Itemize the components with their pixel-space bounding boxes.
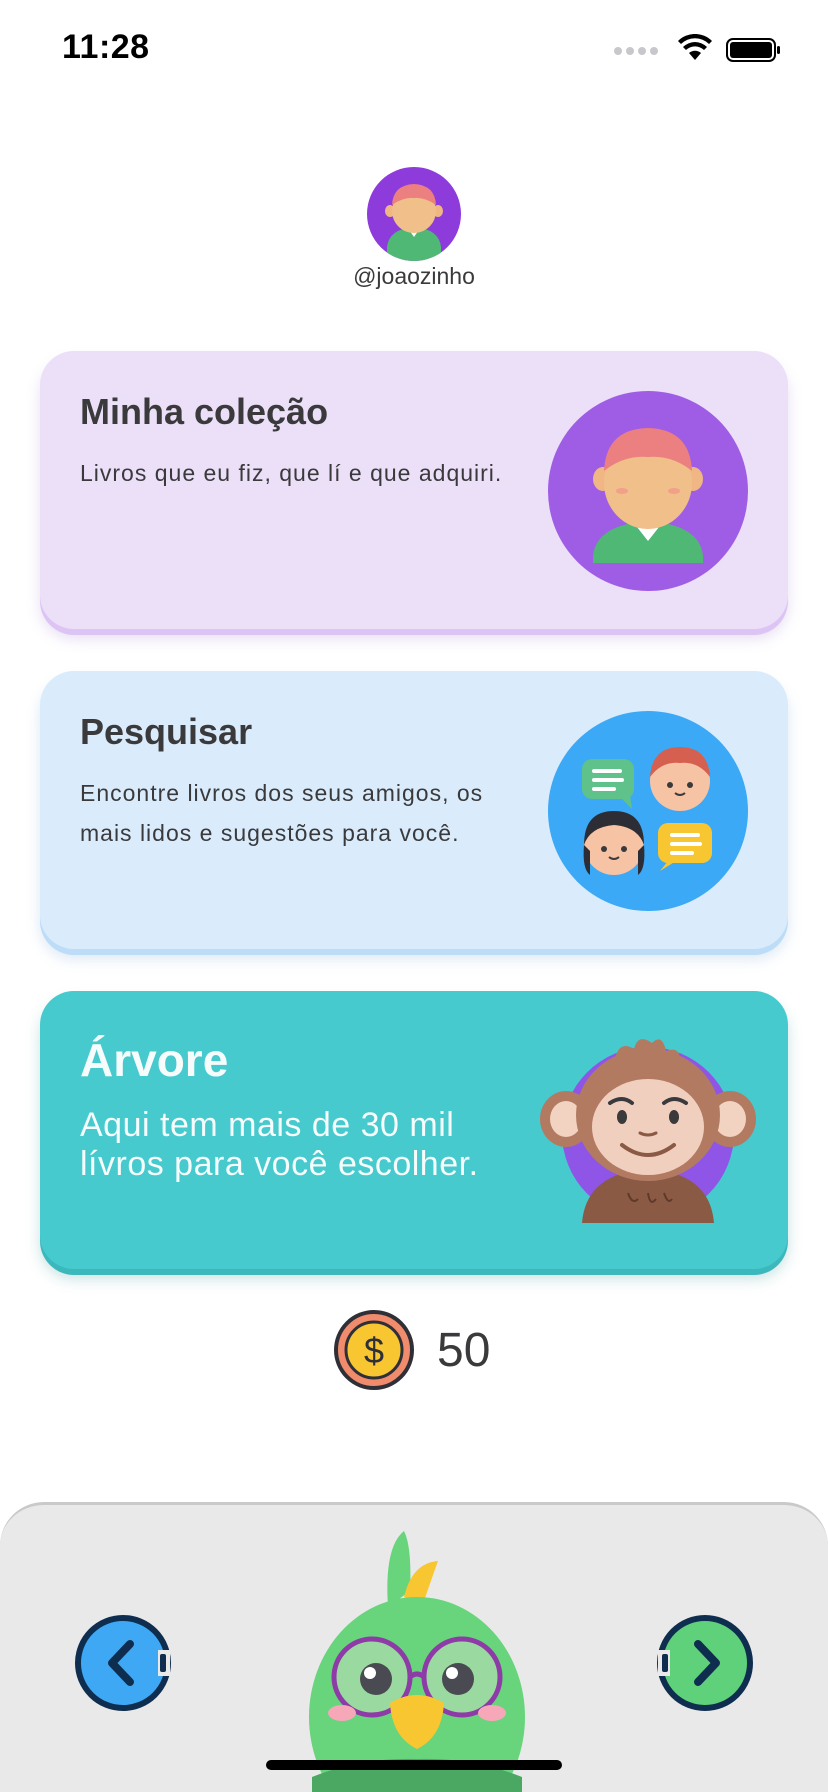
parrot-mascot-icon	[309, 1531, 525, 1792]
tree-card[interactable]: Árvore Aqui tem mais de 30 mil lívros pa…	[40, 991, 788, 1269]
home-indicator[interactable]	[266, 1760, 562, 1770]
boy-avatar-icon	[385, 184, 443, 261]
card-title: Árvore	[80, 1034, 229, 1086]
bottom-panel	[0, 1502, 828, 1792]
card-title: Pesquisar	[80, 711, 253, 752]
search-card[interactable]: Pesquisar Encontre livros dos seus amigo…	[40, 671, 788, 949]
cellular-signal-icon	[614, 47, 658, 55]
status-bar: 11:28	[0, 0, 828, 100]
monkey-icon	[540, 1039, 756, 1223]
dollar-coin-icon: $	[334, 1310, 414, 1390]
card-description: Aqui tem mais de 30 mil lívros para você…	[80, 1106, 479, 1183]
boy-avatar-icon	[548, 391, 748, 591]
wifi-icon	[678, 34, 712, 60]
my-collection-card[interactable]: Minha coleção Livros que eu fiz, que lí …	[40, 351, 788, 629]
status-icons	[614, 34, 794, 66]
coin-balance: $ 50	[333, 1309, 490, 1391]
card-description: Encontre livros dos seus amigos, os mais…	[80, 780, 484, 846]
friends-chat-icon	[548, 711, 748, 911]
svg-text:$: $	[364, 1330, 384, 1371]
battery-icon	[726, 38, 780, 62]
coin-value: 50	[437, 1323, 491, 1377]
previous-button[interactable]	[74, 1614, 172, 1712]
username: @joaozinho	[353, 263, 475, 289]
next-button[interactable]	[656, 1614, 754, 1712]
card-description: Livros que eu fiz, que lí e que adquiri.	[80, 460, 503, 486]
profile-avatar[interactable]	[367, 167, 461, 261]
status-time: 11:28	[62, 28, 150, 66]
card-title: Minha coleção	[80, 391, 329, 432]
